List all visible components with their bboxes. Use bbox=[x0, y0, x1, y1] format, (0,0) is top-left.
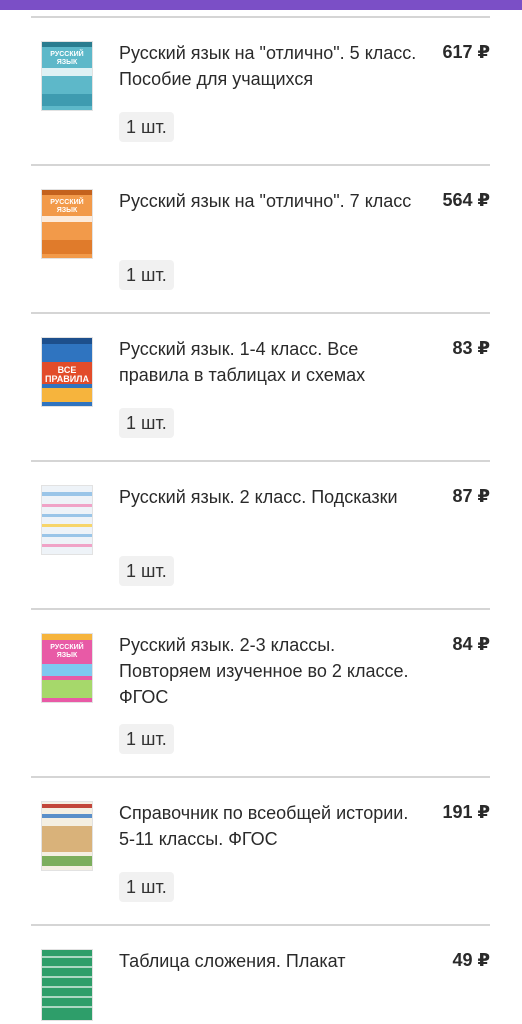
cover-title-text: РУССКИЙ ЯЗЫК bbox=[50, 644, 84, 659]
cover-band bbox=[42, 1006, 92, 1008]
item-price: 84 ₽ bbox=[452, 634, 490, 654]
item-price: 49 ₽ bbox=[452, 950, 490, 970]
cover-band bbox=[42, 68, 92, 76]
cover-band bbox=[42, 338, 92, 344]
book-cover-image[interactable]: РУССКИЙ ЯЗЫК bbox=[41, 633, 93, 703]
item-price: 87 ₽ bbox=[452, 486, 490, 506]
item-quantity[interactable]: 1 шт. bbox=[119, 260, 174, 290]
book-cover-image[interactable] bbox=[41, 801, 93, 871]
cart-item[interactable]: Таблица сложения. Плакат 49 ₽ bbox=[31, 924, 490, 1024]
cover-band bbox=[42, 534, 92, 537]
cart-item[interactable]: Справочник по всеобщей истории. 5-11 кла… bbox=[31, 776, 490, 924]
item-title[interactable]: Таблица сложения. Плакат bbox=[119, 948, 419, 974]
item-price: 617 ₽ bbox=[442, 42, 490, 62]
cover-band bbox=[42, 986, 92, 988]
cover-band bbox=[42, 996, 92, 998]
cover-band bbox=[42, 42, 92, 47]
cover-band bbox=[42, 216, 92, 222]
item-quantity[interactable]: 1 шт. bbox=[119, 872, 174, 902]
item-title[interactable]: Русский язык. 2-3 классы. Повторяем изуч… bbox=[119, 632, 419, 710]
item-price: 564 ₽ bbox=[442, 190, 490, 210]
cover-band bbox=[42, 966, 92, 968]
book-cover-image[interactable]: РУССКИЙ ЯЗЫК bbox=[41, 41, 93, 111]
item-price: 191 ₽ bbox=[442, 802, 490, 822]
cover-title-text: РУССКИЙ ЯЗЫК bbox=[50, 199, 84, 214]
cart-items-frame: РУССКИЙ ЯЗЫК Русский язык на "отлично". … bbox=[0, 10, 522, 1024]
cart-item[interactable]: ВСЕ ПРАВИЛА Русский язык. 1-4 класс. Все… bbox=[31, 312, 490, 460]
item-quantity[interactable]: 1 шт. bbox=[119, 112, 174, 142]
item-title[interactable]: Справочник по всеобщей истории. 5-11 кла… bbox=[119, 800, 419, 852]
cover-title-text: ВСЕ ПРАВИЛА bbox=[45, 365, 89, 384]
cover-band bbox=[42, 240, 92, 254]
item-title[interactable]: Русский язык на "отлично". 7 класс bbox=[119, 188, 419, 214]
item-title[interactable]: Русский язык. 2 класс. Подсказки bbox=[119, 484, 419, 510]
poster-cover-image[interactable] bbox=[41, 949, 93, 1021]
item-quantity[interactable]: 1 шт. bbox=[119, 408, 174, 438]
book-cover-image[interactable] bbox=[41, 485, 93, 555]
cover-band bbox=[42, 956, 92, 958]
book-cover-image[interactable]: РУССКИЙ ЯЗЫК bbox=[41, 189, 93, 259]
cover-band bbox=[42, 826, 92, 852]
cover-band bbox=[42, 388, 92, 402]
cover-band bbox=[42, 814, 92, 818]
top-accent-bar bbox=[0, 0, 522, 10]
cover-title-text: РУССКИЙ ЯЗЫК bbox=[50, 51, 84, 66]
cart-item[interactable]: Русский язык. 2 класс. Подсказки 87 ₽ 1 … bbox=[31, 460, 490, 608]
item-title[interactable]: Русский язык на "отлично". 5 класс. Посо… bbox=[119, 40, 419, 92]
cover-band bbox=[42, 804, 92, 808]
cover-band bbox=[42, 492, 92, 496]
cover-band bbox=[42, 664, 92, 676]
cover-band bbox=[42, 856, 92, 866]
cover-band bbox=[42, 94, 92, 106]
item-title[interactable]: Русский язык. 1-4 класс. Все правила в т… bbox=[119, 336, 419, 388]
cover-band bbox=[42, 976, 92, 978]
cart-item[interactable]: РУССКИЙ ЯЗЫК Русский язык на "отлично". … bbox=[31, 16, 490, 164]
cover-band bbox=[42, 190, 92, 195]
cover-band bbox=[42, 634, 92, 640]
item-price: 83 ₽ bbox=[452, 338, 490, 358]
item-quantity[interactable]: 1 шт. bbox=[119, 724, 174, 754]
cart-item[interactable]: РУССКИЙ ЯЗЫК Русский язык. 2-3 классы. П… bbox=[31, 608, 490, 776]
cover-band bbox=[42, 524, 92, 527]
cover-band bbox=[42, 504, 92, 507]
cover-band bbox=[42, 514, 92, 517]
item-quantity[interactable]: 1 шт. bbox=[119, 556, 174, 586]
cart-items-list: РУССКИЙ ЯЗЫК Русский язык на "отлично". … bbox=[31, 16, 490, 1024]
cover-band bbox=[42, 544, 92, 547]
book-cover-image[interactable]: ВСЕ ПРАВИЛА bbox=[41, 337, 93, 407]
cover-band bbox=[42, 680, 92, 698]
cart-item[interactable]: РУССКИЙ ЯЗЫК Русский язык на "отлично". … bbox=[31, 164, 490, 312]
